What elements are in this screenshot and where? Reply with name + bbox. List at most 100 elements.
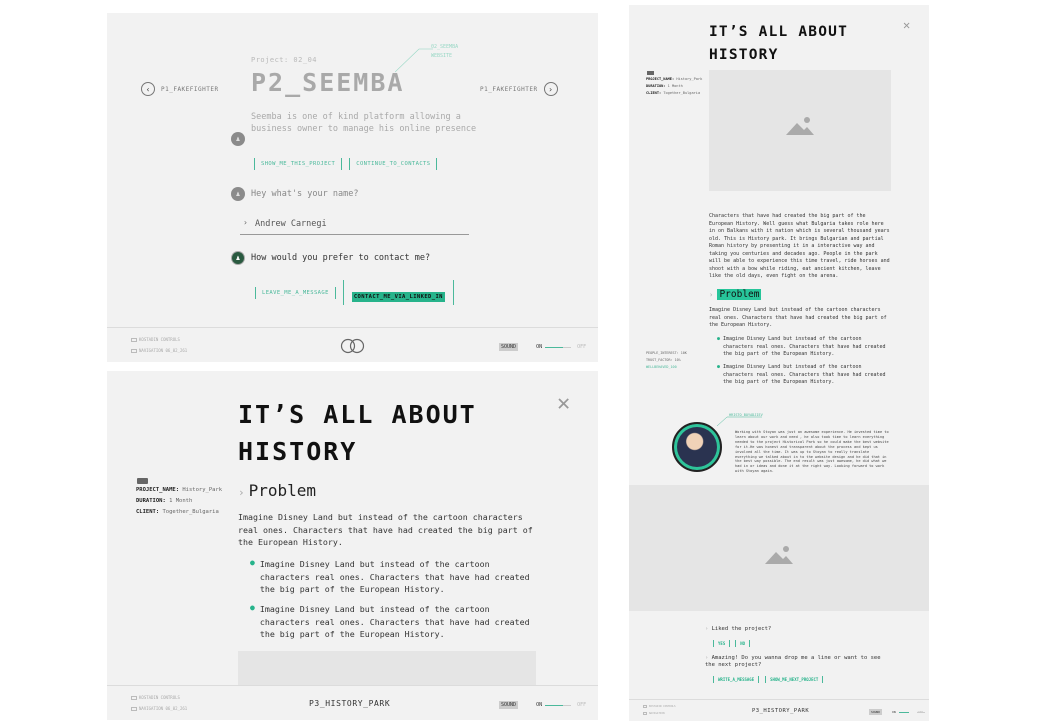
project-detail-panel: IT’S ALL ABOUT HISTORY ✕ PROJECT_NAME: H…: [107, 371, 598, 720]
meta-project-name: PROJECT_NAME: History_Park: [646, 77, 703, 81]
footer-project-title: P3_HISTORY_PARK: [752, 708, 810, 714]
footer-divider: [629, 699, 929, 700]
meta-client: CLIENT: Together_Bulgaria: [646, 91, 701, 95]
answer-underline: [240, 234, 469, 235]
footer-control: KOSTADIN CONTROLS: [131, 695, 180, 700]
keyboard-icon: [131, 337, 137, 342]
prev-project-link[interactable]: ‹ P1_FAKEFIGHTER: [141, 82, 219, 96]
title-line: HISTORY: [709, 47, 779, 63]
continue-contacts-button[interactable]: CONTINUE_TO_CONTACTS: [349, 158, 438, 170]
sound-toggle[interactable]: SOUND ON OFF: [869, 709, 925, 715]
next-project-link[interactable]: P1_FAKEFIGHTER ›: [480, 82, 558, 96]
liked-actions: YES NO: [713, 640, 751, 647]
close-icon[interactable]: ✕: [903, 18, 910, 32]
corner-note: 02_SEEMBA WEBSITE: [431, 43, 458, 61]
bot-avatar: ♟: [231, 187, 245, 201]
sound-off[interactable]: OFF: [577, 702, 586, 708]
liked-question: › Liked the project?: [705, 626, 772, 632]
keyboard-icon: [643, 712, 647, 715]
problem-text: Imagine Disney Land but instead of the c…: [709, 307, 887, 328]
image-placeholder: [629, 485, 929, 611]
sound-slider[interactable]: [545, 346, 572, 348]
prev-project-label: P1_FAKEFIGHTER: [161, 85, 219, 93]
page-title: IT’S ALL ABOUT HISTORY: [709, 21, 848, 67]
bullet-icon: ●: [717, 364, 721, 370]
chevron-right-icon[interactable]: ›: [543, 82, 558, 96]
footer-control: NAVIGATION: [643, 712, 665, 715]
close-icon[interactable]: ✕: [557, 393, 570, 415]
contact-actions: LEAVE_ME_A_MESSAGE CONTACT_ME_VIA_LINKED…: [255, 280, 454, 305]
project-number: Project: 02_04: [251, 56, 318, 64]
image-placeholder: [709, 70, 891, 191]
chevron-right-icon: ›: [238, 486, 245, 499]
logo-icon: [340, 338, 365, 354]
avatar: [672, 422, 722, 472]
problem-heading: › Problem: [709, 289, 762, 300]
bot-avatar: ♟: [231, 251, 245, 265]
footer-control: KOSTADIN CONTROLS: [643, 705, 676, 708]
sound-slider[interactable]: [898, 711, 925, 713]
image-icon: [786, 117, 814, 135]
keyboard-icon: [131, 706, 137, 711]
chevron-left-icon[interactable]: ‹: [141, 82, 155, 96]
bullet-icon: ●: [250, 603, 255, 612]
name-answer[interactable]: Andrew Carnegi: [255, 219, 327, 229]
sound-label: SOUND: [499, 701, 519, 709]
sound-label: SOUND: [499, 343, 519, 351]
sound-off[interactable]: OFF: [577, 344, 586, 350]
meta-project-name: PROJECT_NAME: History_Park: [136, 487, 223, 493]
sound-slider[interactable]: [545, 704, 572, 706]
sound-label: SOUND: [869, 709, 883, 715]
image-placeholder: [238, 651, 536, 685]
quote-pointer: [717, 416, 762, 427]
write-message-button[interactable]: WRITE_A_MESSAGE: [713, 676, 760, 683]
project-panel-seemba: Project: 02_04 P2_SEEMBA 02_SEEMBA WEBSI…: [107, 13, 598, 362]
image-icon: [765, 546, 793, 564]
sound-toggle[interactable]: SOUND ON OFF: [499, 701, 586, 709]
footer-control: NAVIGATION 06_02_261: [131, 348, 187, 353]
side-facts: PEOPLE_INTEREST: 10K TRUST_FACTOR: 10% W…: [646, 351, 687, 369]
corner-note-line: WEBSITE: [431, 53, 453, 59]
sound-toggle[interactable]: SOUND ON OFF: [499, 343, 586, 351]
drop-question: › Amazing! Do you wanna drop me a line o…: [705, 655, 881, 668]
linkedin-button-wrap[interactable]: CONTACT_ME_VIA_LINKED_IN: [342, 280, 454, 305]
title-line: IT’S ALL ABOUT: [709, 24, 849, 40]
list-item: ● Imagine Disney Land but instead of the…: [717, 336, 886, 357]
project-description: Seemba is one of kind platform allowing …: [251, 112, 477, 134]
keyboard-icon: [643, 705, 647, 708]
contact-question: How would you prefer to contact me?: [251, 253, 431, 263]
meta-client: CLIENT: Together_Bulgaria: [136, 509, 219, 515]
meta-duration: DURATION: 1 Month: [646, 84, 683, 88]
list-item: ● Imagine Disney Land but instead of the…: [250, 558, 530, 594]
chevron-right-icon: ›: [243, 218, 248, 227]
list-item: ● Imagine Disney Land but instead of the…: [717, 364, 886, 385]
show-project-button[interactable]: SHOW_ME_THIS_PROJECT: [254, 158, 343, 170]
project-detail-mobile-panel: IT’S ALL ABOUT HISTORY ✕ PROJECT_NAME: H…: [629, 5, 929, 721]
problem-heading: › Problem: [238, 481, 317, 500]
briefcase-icon: [647, 71, 654, 75]
title-line: HISTORY: [238, 437, 358, 466]
linkedin-button[interactable]: CONTACT_ME_VIA_LINKED_IN: [351, 292, 445, 302]
bullet-icon: ●: [250, 558, 255, 567]
project-meta: PROJECT_NAME: History_Park DURATION: 1 M…: [646, 76, 702, 97]
problem-text: Imagine Disney Land but instead of the c…: [238, 512, 533, 547]
footer-divider: [107, 327, 598, 328]
leave-message-button[interactable]: LEAVE_ME_A_MESSAGE: [255, 286, 336, 299]
project-title: P2_SEEMBA: [251, 68, 405, 97]
next-project-label: P1_FAKEFIGHTER: [480, 85, 538, 93]
sound-on[interactable]: ON: [892, 710, 896, 714]
page-title: IT’S ALL ABOUT HISTORY: [238, 396, 477, 470]
briefcase-icon: [137, 478, 148, 484]
corner-note-pointer: [395, 48, 433, 73]
yes-button[interactable]: YES: [713, 640, 731, 647]
project-meta: PROJECT_NAME: History_Park DURATION: 1 M…: [136, 485, 222, 518]
sound-on[interactable]: ON: [536, 702, 542, 708]
no-button[interactable]: NO: [735, 640, 751, 647]
footer-project-title: P3_HISTORY_PARK: [309, 699, 391, 708]
bullet-icon: ●: [717, 336, 721, 342]
footer-control: NAVIGATION 06_02_261: [131, 706, 187, 711]
intro-text: Characters that have had created the big…: [709, 213, 890, 279]
project-actions: SHOW_ME_THIS_PROJECT CONTINUE_TO_CONTACT…: [254, 158, 438, 170]
next-project-button[interactable]: SHOW_ME_NEXT_PROJECT: [765, 676, 824, 683]
sound-on[interactable]: ON: [536, 344, 542, 350]
